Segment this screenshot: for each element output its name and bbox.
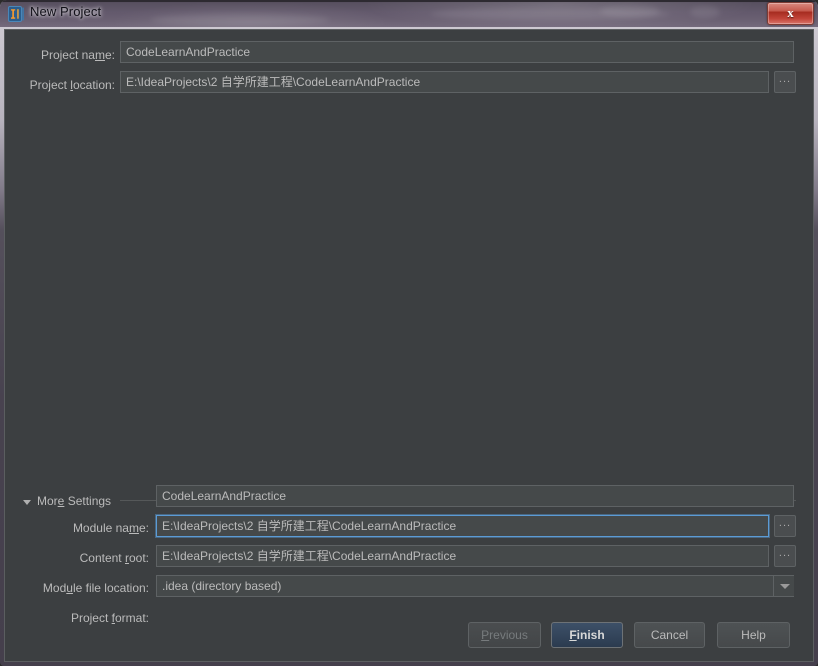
dialog-client-area: Project name: CodeLearnAndPractice Proje… [4, 29, 814, 662]
content-root-browse-button[interactable]: ... [774, 515, 796, 537]
project-name-label: Project name: [40, 48, 115, 62]
close-icon: x [787, 5, 794, 20]
window-title: New Project [30, 4, 102, 19]
project-location-input[interactable]: E:\IdeaProjects\2 自学所建工程\CodeLearnAndPra… [120, 71, 769, 93]
finish-button[interactable]: Finish [551, 622, 623, 648]
module-name-label: Module name: [72, 521, 149, 535]
triangle-down-icon [23, 499, 31, 505]
close-button[interactable]: x [767, 2, 814, 25]
module-name-input[interactable]: CodeLearnAndPractice [156, 485, 794, 507]
project-format-combobox[interactable]: .idea (directory based) [156, 575, 794, 597]
titlebar-glass-highlight-4 [150, 14, 330, 26]
help-button[interactable]: Help [717, 622, 790, 648]
intellij-idea-icon [8, 6, 25, 22]
project-format-label: Project format: [70, 611, 149, 625]
previous-button[interactable]: Previous [468, 622, 541, 648]
project-location-browse-button[interactable]: ... [774, 71, 796, 93]
titlebar-glass-highlight-3 [690, 6, 720, 18]
project-location-label: Project location: [29, 78, 115, 92]
title-bar[interactable]: New Project x [0, 0, 818, 27]
project-format-dropdown-arrow[interactable] [773, 576, 794, 596]
new-project-dialog-window: New Project x Project name: CodeLearnAnd… [0, 0, 818, 666]
module-file-location-browse-button[interactable]: ... [774, 545, 796, 567]
more-settings-label: More Settings [37, 494, 112, 508]
content-root-label: Content root: [79, 551, 149, 565]
more-settings-toggle[interactable]: More Settings [23, 493, 111, 509]
module-file-location-input[interactable]: E:\IdeaProjects\2 自学所建工程\CodeLearnAndPra… [156, 545, 769, 567]
module-file-location-label: Module file location: [42, 581, 149, 595]
content-root-input[interactable]: E:\IdeaProjects\2 自学所建工程\CodeLearnAndPra… [156, 515, 769, 537]
project-name-input[interactable]: CodeLearnAndPractice [120, 41, 794, 63]
chevron-down-icon [780, 584, 790, 589]
cancel-button[interactable]: Cancel [634, 622, 705, 648]
titlebar-glass-highlight-2 [600, 5, 660, 17]
